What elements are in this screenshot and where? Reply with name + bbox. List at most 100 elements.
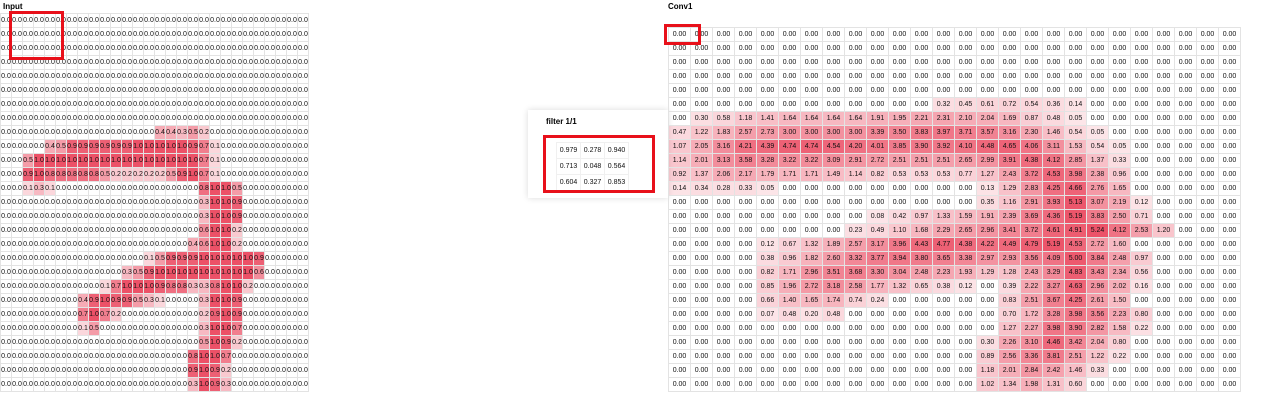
input_grid-cell[interactable]: 0.0 [242, 139, 254, 154]
conv_rows-cell[interactable]: 3.98 [1064, 307, 1087, 322]
conv_rows-cell[interactable]: 2.60 [822, 251, 845, 266]
conv_rows-cell[interactable]: 1.77 [866, 279, 889, 294]
input_grid-cell[interactable]: 0.5 [165, 167, 177, 182]
conv_rows-cell[interactable]: 0.00 [822, 223, 845, 238]
input_grid-cell[interactable]: 0.0 [77, 69, 89, 84]
conv_rows-cell[interactable]: 0.00 [976, 279, 999, 294]
input_grid-cell[interactable]: 0.0 [44, 55, 56, 70]
input_grid-cell[interactable]: 0.0 [88, 69, 100, 84]
input_grid-cell[interactable]: 0.9 [110, 139, 122, 154]
input_grid-cell[interactable]: 0.0 [66, 195, 78, 210]
input_grid-cell[interactable]: 0.0 [88, 83, 100, 98]
conv_rows-cell[interactable]: 2.96 [800, 265, 823, 280]
input_grid-cell[interactable]: 0.2 [231, 335, 243, 350]
input_grid-cell[interactable]: 0.0 [209, 27, 221, 42]
conv_rows-cell[interactable]: 0.00 [712, 41, 735, 56]
conv_rows-cell[interactable]: 0.00 [734, 97, 757, 112]
conv_rows-cell[interactable]: 2.58 [844, 279, 867, 294]
conv_rows-cell[interactable]: 0.00 [1130, 41, 1153, 56]
conv_rows-cell[interactable]: 2.22 [1020, 279, 1043, 294]
conv_rows-cell[interactable]: 0.00 [910, 293, 933, 308]
input_grid-cell[interactable]: 0.0 [264, 181, 276, 196]
conv_rows-cell[interactable]: 0.00 [1152, 153, 1175, 168]
conv_rows-cell[interactable]: 0.00 [1130, 97, 1153, 112]
input_grid-cell[interactable]: 1.0 [220, 279, 232, 294]
conv_rows-cell[interactable]: 0.00 [844, 27, 867, 42]
conv_rows-cell[interactable]: 0.00 [778, 97, 801, 112]
conv_rows-cell[interactable]: 0.00 [1174, 83, 1197, 98]
input_grid-cell[interactable]: 1.0 [44, 153, 56, 168]
input_grid-cell[interactable]: 0.3 [143, 293, 155, 308]
conv_rows-cell[interactable]: 0.00 [712, 27, 735, 42]
input_grid-cell[interactable]: 1.0 [176, 265, 188, 280]
input_grid-cell[interactable]: 0.0 [33, 237, 45, 252]
conv_rows-cell[interactable]: 0.00 [822, 321, 845, 336]
input_grid-cell[interactable]: 0.0 [187, 223, 199, 238]
input_grid-cell[interactable]: 0.0 [165, 195, 177, 210]
conv_rows-cell[interactable]: 0.00 [734, 279, 757, 294]
conv_rows-cell[interactable]: 0.00 [1152, 195, 1175, 210]
input_grid-cell[interactable]: 0.0 [165, 293, 177, 308]
input_grid-cell[interactable]: 1.0 [231, 279, 243, 294]
input_grid-cell[interactable]: 0.0 [99, 209, 111, 224]
conv_rows-cell[interactable]: 0.00 [910, 195, 933, 210]
conv_rows-cell[interactable]: 1.27 [976, 167, 999, 182]
conv_rows-cell[interactable]: 2.34 [1108, 265, 1131, 280]
input_grid-cell[interactable]: 0.0 [165, 321, 177, 336]
input_grid-cell[interactable]: 0.0 [11, 153, 23, 168]
input_grid-cell[interactable]: 0.0 [220, 167, 232, 182]
conv_rows-cell[interactable]: 0.00 [1020, 69, 1043, 84]
input_grid-cell[interactable]: 0.0 [297, 55, 309, 70]
conv_rows-cell[interactable]: 0.00 [844, 363, 867, 378]
input_grid-cell[interactable]: 0.0 [110, 223, 122, 238]
conv_rows-cell[interactable]: 0.00 [1174, 27, 1197, 42]
conv_rows-cell[interactable]: 0.00 [1086, 377, 1109, 392]
conv_rows-cell[interactable]: 3.50 [888, 125, 911, 140]
input_grid-cell[interactable]: 0.0 [231, 363, 243, 378]
input_grid-cell[interactable]: 0.0 [77, 41, 89, 56]
conv_rows-cell[interactable]: 0.00 [668, 55, 691, 70]
input_grid-cell[interactable]: 0.7 [99, 307, 111, 322]
input_grid-cell[interactable]: 0.0 [143, 111, 155, 126]
input_grid-cell[interactable]: 0.0 [286, 181, 298, 196]
input_grid-cell[interactable]: 0.0 [55, 377, 67, 392]
input_grid-cell[interactable]: 0.1 [143, 251, 155, 266]
conv_rows-cell[interactable]: 0.00 [756, 335, 779, 350]
input_grid-cell[interactable]: 0.9 [22, 167, 34, 182]
conv_rows-cell[interactable]: 0.00 [822, 349, 845, 364]
input_grid-cell[interactable]: 0.0 [110, 321, 122, 336]
input_grid-cell[interactable]: 0.0 [11, 125, 23, 140]
conv_rows-cell[interactable]: 0.00 [756, 363, 779, 378]
conv_rows-cell[interactable]: 1.69 [998, 111, 1021, 126]
conv_rows-cell[interactable]: 0.00 [1130, 237, 1153, 252]
input_grid-cell[interactable]: 0.0 [121, 111, 133, 126]
conv_rows-cell[interactable]: 2.73 [756, 125, 779, 140]
conv_rows-cell[interactable]: 0.00 [1218, 293, 1241, 308]
input_grid-cell[interactable]: 0.0 [132, 321, 144, 336]
input_grid-cell[interactable]: 0.0 [132, 27, 144, 42]
conv_rows-cell[interactable]: 0.00 [888, 321, 911, 336]
input_grid-cell[interactable]: 0.0 [253, 363, 265, 378]
input_grid-cell[interactable]: 1.0 [231, 251, 243, 266]
input_grid-cell[interactable]: 0.0 [33, 363, 45, 378]
conv_rows-cell[interactable]: 0.00 [954, 307, 977, 322]
conv_rows-cell[interactable]: 4.48 [976, 139, 999, 154]
conv_rows-cell[interactable]: 1.71 [778, 167, 801, 182]
input_grid-cell[interactable]: 0.0 [99, 41, 111, 56]
input_grid-cell[interactable]: 0.5 [187, 125, 199, 140]
conv_rows-cell[interactable]: 0.00 [932, 41, 955, 56]
conv_rows-cell[interactable]: 4.25 [1042, 181, 1065, 196]
input_grid-cell[interactable]: 0.0 [66, 349, 78, 364]
conv_rows-cell[interactable]: 5.24 [1086, 223, 1109, 238]
conv_rows-cell[interactable]: 3.30 [866, 265, 889, 280]
conv_rows-cell[interactable]: 0.00 [734, 223, 757, 238]
input_grid-cell[interactable]: 0.0 [176, 13, 188, 28]
input_grid-cell[interactable]: 0.0 [110, 377, 122, 392]
input_grid-cell[interactable]: 0.0 [154, 237, 166, 252]
conv_rows-cell[interactable]: 0.00 [734, 321, 757, 336]
input_grid-cell[interactable]: 0.0 [121, 237, 133, 252]
input_grid-cell[interactable]: 0.0 [231, 83, 243, 98]
input_grid-cell[interactable]: 0.3 [198, 321, 210, 336]
input_grid-cell[interactable]: 0.0 [187, 111, 199, 126]
conv_rows-cell[interactable]: 0.00 [1196, 377, 1219, 392]
